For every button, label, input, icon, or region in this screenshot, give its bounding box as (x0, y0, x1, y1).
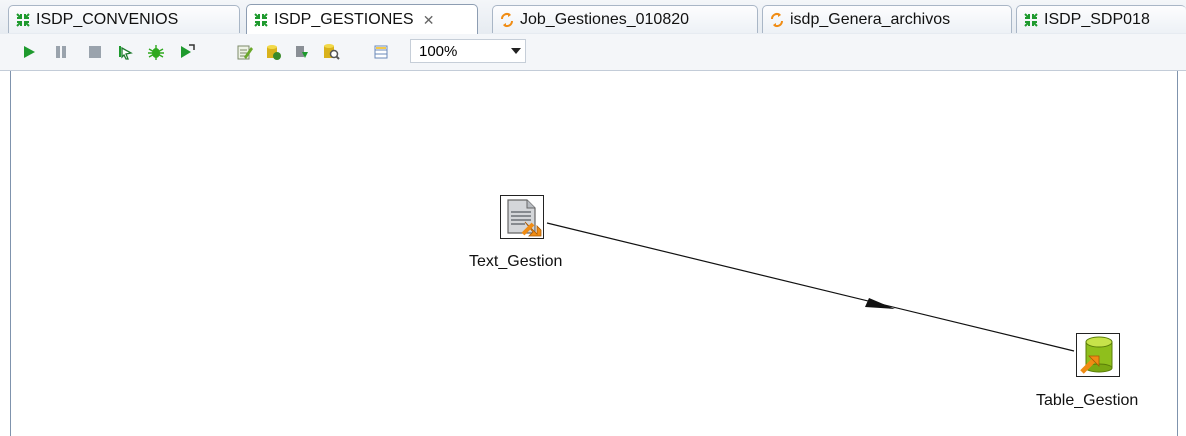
stop-button[interactable] (86, 43, 104, 61)
node-text-gestion[interactable] (500, 195, 544, 239)
stop-icon (89, 46, 101, 58)
tab-label: ISDP_CONVENIOS (36, 10, 179, 28)
tab-isdp-convenios[interactable]: ISDP_CONVENIOS (8, 5, 240, 33)
job-green-arrows-icon (1024, 12, 1038, 27)
node-label-table-gestion: Table_Gestion (1036, 392, 1139, 409)
pause-icon (56, 46, 66, 58)
tab-job-gestiones-010820[interactable]: Job_Gestiones_010820 (492, 5, 758, 33)
close-icon[interactable]: ✕ (422, 13, 436, 27)
flow-connector[interactable] (11, 71, 1177, 436)
deploy-button[interactable] (292, 43, 310, 61)
zoom-value: 100% (419, 42, 458, 60)
run-button[interactable] (20, 43, 38, 61)
edit-properties-icon (237, 45, 253, 60)
tab-isdp-sdp018[interactable]: ISDP_SDP018 (1016, 5, 1186, 33)
job-designer: ISDP_CONVENIOS ISDP_GESTIONES ✕ Job_Gest… (0, 0, 1186, 436)
connector-line[interactable] (546, 222, 1075, 352)
edit-properties-button[interactable] (236, 43, 254, 61)
zoom-select[interactable]: 100% (410, 39, 526, 63)
job-green-arrows-icon (254, 12, 268, 27)
run-icon (24, 46, 35, 58)
tab-label: isdp_Genera_archivos (790, 10, 951, 28)
design-canvas[interactable]: Text_Gestion Table_Gestion (10, 71, 1178, 436)
tab-label: Job_Gestiones_010820 (520, 10, 690, 28)
step-button[interactable] (117, 43, 135, 61)
tab-isdp-gestiones[interactable]: ISDP_GESTIONES ✕ (246, 4, 478, 34)
job-green-arrows-icon (16, 12, 30, 27)
chevron-down-icon (507, 40, 525, 62)
job-orange-cycle-icon (771, 12, 783, 27)
inspect-button[interactable] (322, 43, 340, 61)
text-file-input-icon (507, 199, 542, 237)
job-toolbar: 100% (0, 34, 1186, 71)
run-export-icon (181, 44, 195, 58)
database-build-button[interactable] (264, 43, 282, 61)
tab-isdp-genera-archivos[interactable]: isdp_Genera_archivos (762, 5, 1012, 33)
arrow-head-icon (865, 298, 895, 309)
tab-label: ISDP_GESTIONES (274, 10, 414, 28)
node-label-text-gestion: Text_Gestion (469, 253, 563, 270)
inspect-icon (324, 44, 340, 60)
job-orange-cycle-icon (501, 12, 513, 27)
deploy-icon (296, 46, 308, 58)
database-build-icon (267, 45, 281, 60)
editor-tab-bar: ISDP_CONVENIOS ISDP_GESTIONES ✕ Job_Gest… (0, 0, 1186, 35)
grid-view-icon (374, 45, 388, 59)
pause-button[interactable] (52, 43, 70, 61)
debug-button[interactable] (147, 43, 165, 61)
database-table-output-icon (1080, 336, 1113, 374)
debug-icon (148, 45, 164, 60)
node-table-gestion[interactable] (1076, 333, 1120, 377)
step-icon (119, 46, 133, 60)
run-export-button[interactable] (178, 43, 196, 61)
grid-view-button[interactable] (372, 43, 390, 61)
tab-label: ISDP_SDP018 (1044, 10, 1150, 28)
